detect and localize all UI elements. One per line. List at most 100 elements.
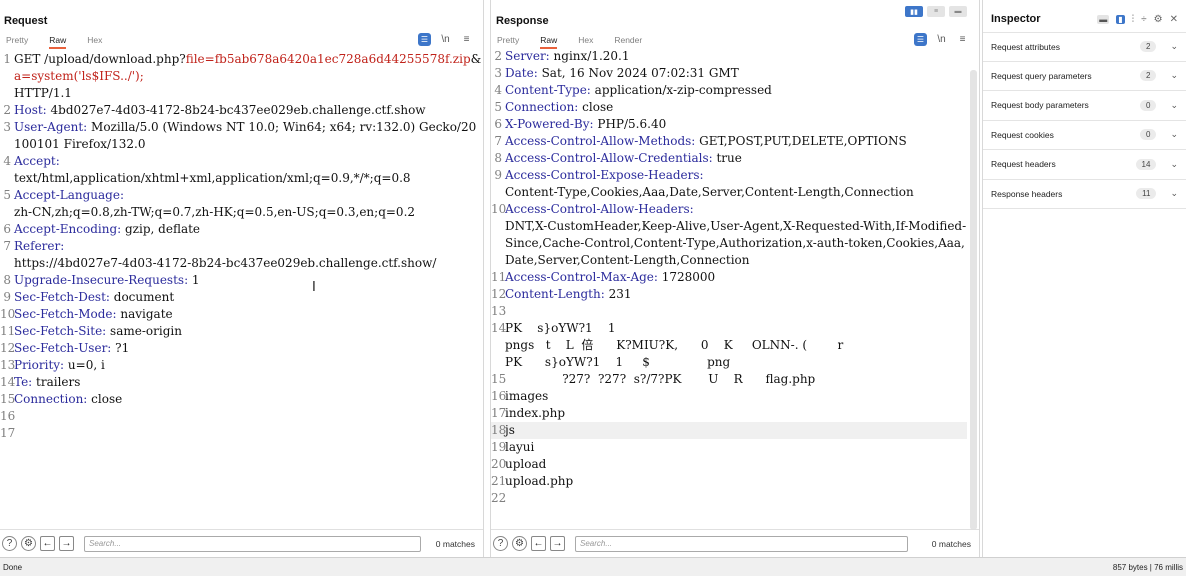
code-line: 9 Sec-Fetch-Dest: document — [0, 289, 483, 306]
inspector-section[interactable]: Request query parameters 2 ⌄ — [983, 62, 1186, 91]
tab-raw[interactable]: Raw — [49, 35, 67, 49]
code-line: 12 Sec-Fetch-User: ?1 — [0, 340, 483, 357]
previous-match-button[interactable]: ← — [40, 536, 55, 551]
response-tabs: Pretty Raw Hex Render — [497, 35, 663, 49]
code-line: text/html,application/xhtml+xml,applicat… — [0, 170, 483, 187]
header-name: Connection: — [14, 392, 88, 406]
help-icon[interactable]: ? — [493, 536, 508, 551]
pretty-print-icon[interactable]: ☰ — [914, 33, 927, 46]
line-text: Date: Sat, 16 Nov 2024 07:02:31 GMT — [505, 65, 967, 82]
inspector-sections: Request attributes 2 ⌄ Request query parame… — [983, 32, 1186, 209]
code-line: pngs t L 倍 K?MIU?K, 0 K OLNN-. ( r — [491, 337, 967, 354]
line-number — [0, 85, 14, 102]
code-token: close — [87, 392, 123, 406]
chevron-down-icon[interactable]: ⌄ — [1170, 188, 1178, 199]
newline-toggle-icon[interactable]: \n — [935, 33, 948, 46]
settings-icon[interactable]: ⚙ — [1154, 14, 1163, 25]
line-number: 15 — [0, 392, 16, 406]
line-number — [491, 354, 505, 371]
request-tabs: Pretty Raw Hex — [6, 35, 123, 49]
code-line: 6 Accept-Encoding: gzip, deflate — [0, 221, 483, 238]
pretty-print-icon[interactable]: ☰ — [418, 33, 431, 46]
line-number: 17 — [491, 406, 507, 420]
request-editor[interactable]: 1 GET /upload/download.php?file=fb5ab678a… — [0, 51, 483, 442]
line-number: 2 — [494, 49, 502, 63]
close-icon[interactable]: ✕ — [1170, 14, 1178, 25]
help-icon[interactable]: ? — [2, 536, 17, 551]
settings-icon[interactable]: ⚙ — [512, 536, 527, 551]
code-token: & — [470, 52, 482, 66]
code-line: 16 — [0, 408, 483, 425]
split-view-icon[interactable]: ▮▮ — [905, 6, 923, 17]
code-token: 1 — [188, 273, 200, 287]
response-editor-tools: ☰ \n ≡ — [914, 33, 969, 46]
code-line: 17 index.php — [491, 405, 967, 422]
section-label: Response headers — [991, 188, 1063, 199]
chevron-down-icon[interactable]: ⌄ — [1170, 129, 1178, 140]
response-editor[interactable]: 2 Server: nginx/1.20.1 3 Date: Sat, 16 Nov … — [491, 48, 967, 507]
header-name: Access-Control-Allow-Credentials: — [505, 151, 713, 165]
single-view-icon[interactable]: ▬ — [949, 6, 967, 17]
inspector-section[interactable]: Request headers 14 ⌄ — [983, 150, 1186, 180]
newline-toggle-icon[interactable]: \n — [439, 33, 452, 46]
line-text: Access-Control-Expose-Headers: — [505, 167, 967, 184]
line-number: 8 — [3, 273, 11, 287]
code-token: 1728000 — [657, 270, 716, 284]
code-line: 8 Access-Control-Allow-Credentials: true — [491, 150, 967, 167]
tab-hex[interactable]: Hex — [87, 35, 102, 49]
line-number: 16 — [491, 389, 507, 403]
chevron-down-icon[interactable]: ⌄ — [1170, 70, 1178, 81]
section-count-badge: 0 — [1140, 129, 1157, 141]
next-match-button[interactable]: → — [550, 536, 565, 551]
code-token: zh-CN,zh;q=0.8,zh-TW;q=0.7,zh-HK;q=0.5,e… — [14, 205, 416, 219]
code-line: 22 — [491, 490, 967, 507]
line-text: GET /upload/download.php?file=fb5ab678a6… — [14, 51, 483, 85]
inspector-layout-icon[interactable]: ▬ — [1097, 14, 1110, 24]
line-number: 5 — [494, 100, 502, 114]
inspector-section[interactable]: Response headers 11 ⌄ — [983, 180, 1186, 209]
header-name: Referer: — [14, 239, 65, 253]
inspector-section[interactable]: Request cookies 0 ⌄ — [983, 121, 1186, 150]
inspector-split-icon[interactable]: ▮ — [1116, 14, 1125, 24]
inspector-pane: Inspector ▬ ▮ ⫶ ÷ ⚙ ✕ Request attributes… — [982, 0, 1186, 557]
header-name: Access-Control-Allow-Headers: — [505, 202, 694, 216]
chevron-down-icon[interactable]: ⌄ — [1170, 100, 1178, 111]
line-text: Sec-Fetch-Mode: navigate — [14, 306, 483, 323]
header-name: Access-Control-Max-Age: — [505, 270, 658, 284]
response-search-input[interactable]: Search... — [575, 535, 908, 552]
tab-hex[interactable]: Hex — [578, 35, 593, 49]
code-line: 9 Access-Control-Expose-Headers: — [491, 167, 967, 184]
code-line: 20 upload — [491, 456, 967, 473]
menu-icon[interactable]: ≡ — [460, 33, 473, 46]
tab-pretty[interactable]: Pretty — [6, 35, 28, 49]
section-label: Request headers — [991, 159, 1056, 170]
code-line: 12 Content-Length: 231 — [491, 286, 967, 303]
chevron-down-icon[interactable]: ⌄ — [1170, 159, 1178, 170]
line-number: 14 — [491, 321, 507, 335]
header-name: Upgrade-Insecure-Requests: — [14, 273, 189, 287]
line-number: 4 — [3, 154, 11, 168]
code-line: 21 upload.php — [491, 473, 967, 490]
divide-icon[interactable]: ÷ — [1141, 14, 1147, 25]
tab-raw[interactable]: Raw — [540, 35, 558, 49]
code-line: 15 Connection: close — [0, 391, 483, 408]
inspector-section[interactable]: Request attributes 2 ⌄ — [983, 32, 1186, 62]
inspector-section[interactable]: Request body parameters 0 ⌄ — [983, 91, 1186, 121]
menu-icon[interactable]: ≡ — [956, 33, 969, 46]
request-search-input[interactable]: Search... — [84, 535, 421, 552]
next-match-button[interactable]: → — [59, 536, 74, 551]
tab-pretty[interactable]: Pretty — [497, 35, 519, 49]
align-icon[interactable]: ⫶ — [1132, 14, 1135, 25]
horizontal-view-icon[interactable]: ≡ — [927, 6, 945, 17]
settings-icon[interactable]: ⚙ — [21, 536, 36, 551]
request-search-bar: ? ⚙ ← → Search... 0 matches — [0, 529, 483, 557]
code-token: fb5ab678a6420a1ec728a6d44255578f.zip — [214, 52, 471, 66]
code-token: ?1 — [111, 341, 130, 355]
code-token: true — [712, 151, 742, 165]
text-cursor-icon: I — [312, 280, 316, 295]
response-match-count: 0 matches — [931, 538, 971, 549]
chevron-down-icon[interactable]: ⌄ — [1170, 41, 1178, 52]
response-scrollbar[interactable] — [970, 70, 977, 530]
previous-match-button[interactable]: ← — [531, 536, 546, 551]
tab-render[interactable]: Render — [614, 35, 642, 49]
